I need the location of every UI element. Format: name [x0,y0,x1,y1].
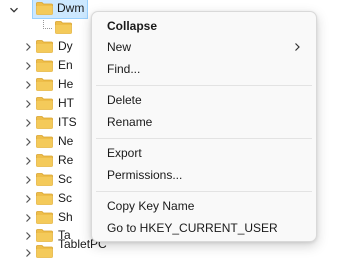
folder-icon [36,97,53,110]
tree-node-label[interactable]: Sc [58,170,72,189]
menu-item-label: Collapse [107,19,158,33]
folder-icon [36,78,53,91]
folder-icon [36,59,53,72]
menu-item-label: Delete [107,93,142,107]
folder-icon [36,135,53,148]
menu-item-label: Find... [107,62,141,76]
menu-item-new[interactable]: New [96,36,312,58]
tree-node-label[interactable]: Re [58,151,73,170]
folder-icon [36,192,53,205]
chevron-right-icon[interactable] [22,208,34,227]
chevron-right-icon[interactable] [22,56,34,75]
folder-icon [36,154,53,167]
menu-item-label: Rename [107,115,153,129]
tree-node-label[interactable]: Sh [58,208,73,227]
folder-icon [36,229,53,242]
menu-item-find[interactable]: Find... [96,58,312,80]
chevron-right-icon[interactable] [22,94,34,113]
chevron-right-icon[interactable] [22,243,34,262]
chevron-right-icon[interactable] [22,132,34,151]
menu-item-go-to-hkcu[interactable]: Go to HKEY_CURRENT_USER [96,217,312,239]
chevron-right-icon[interactable] [22,75,34,94]
folder-icon [36,116,53,129]
context-menu: Collapse New Find... Delete Rename Expor… [91,11,317,242]
folder-icon [55,21,72,34]
tree-node-label[interactable]: Ne [58,132,73,151]
tree-node-label[interactable]: Dy [58,37,73,56]
tree-node-label[interactable]: ITS [58,113,77,132]
tree-node-label: Dwm [57,1,85,15]
menu-separator [96,138,312,139]
chevron-right-icon[interactable] [22,37,34,56]
menu-item-copy-key-name[interactable]: Copy Key Name [96,195,312,217]
tree-node-label[interactable]: He [58,75,73,94]
folder-icon [36,245,53,258]
menu-item-collapse[interactable]: Collapse [96,15,312,37]
menu-item-label: Permissions... [107,168,183,182]
menu-item-delete[interactable]: Delete [96,89,312,111]
menu-item-label: New [107,40,132,54]
chevron-right-icon [292,42,302,52]
tree-node-label[interactable]: En [58,56,73,75]
menu-item-label: Copy Key Name [107,199,195,213]
menu-item-label: Go to HKEY_CURRENT_USER [107,221,278,235]
tree-connector [43,20,52,29]
chevron-right-icon[interactable] [22,113,34,132]
tree-node-label[interactable]: Sc [58,189,72,208]
menu-item-export[interactable]: Export [96,142,312,164]
folder-icon [36,211,53,224]
tree-node-label[interactable]: HT [58,94,74,113]
menu-item-permissions[interactable]: Permissions... [96,164,312,186]
folder-icon [36,2,53,15]
folder-icon [36,40,53,53]
chevron-right-icon[interactable] [22,170,34,189]
folder-icon [36,173,53,186]
menu-separator [96,191,312,192]
menu-item-rename[interactable]: Rename [96,111,312,133]
chevron-right-icon[interactable] [22,189,34,208]
chevron-right-icon[interactable] [22,151,34,170]
menu-separator [96,85,312,86]
chevron-down-icon[interactable] [8,0,20,19]
menu-item-label: Export [107,146,142,160]
